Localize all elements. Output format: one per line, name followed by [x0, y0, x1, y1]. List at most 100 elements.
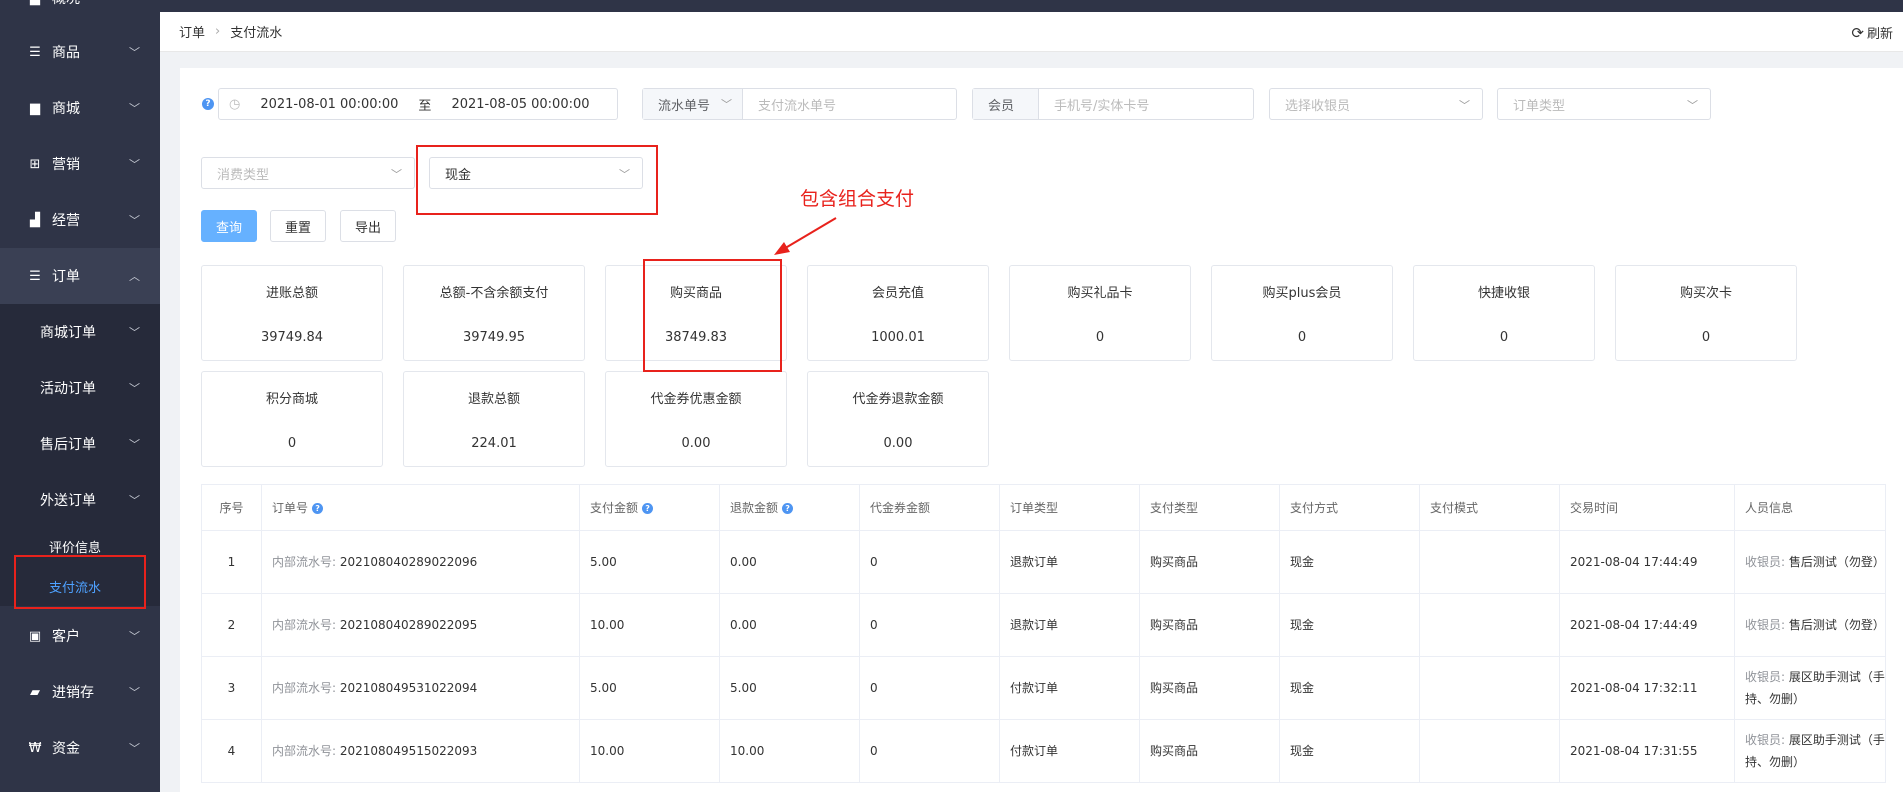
sidebar-item-customers[interactable]: ▣ 客户 ﹀ — [0, 608, 160, 664]
col-header-label: 退款金额 — [730, 501, 779, 515]
breadcrumb-orders[interactable]: 订单 — [179, 22, 205, 41]
cell-pay-type: 购买商品 — [1139, 656, 1280, 720]
sidebar-item-funds[interactable]: ₩ 资金 ﹀ — [0, 720, 160, 776]
cell-no: 4 — [201, 719, 262, 783]
stat-card-quick-cashier: 快捷收银 0 — [1413, 265, 1595, 361]
member-input[interactable]: 手机号/实体卡号 — [1054, 95, 1149, 114]
cell-staff: 收银员: 展区助手测试（手持、勿删） — [1734, 656, 1886, 720]
table-row: 2 内部流水号: 202108040289022095 10.00 0.00 0… — [201, 593, 1886, 657]
cell-pay-type: 购买商品 — [1139, 593, 1280, 657]
stat-value: 0 — [287, 436, 297, 451]
cell-order-type: 付款订单 — [999, 719, 1140, 783]
date-range-picker[interactable]: ◷ 2021-08-01 00:00:00 至 2021-08-05 00:00… — [218, 88, 618, 120]
refresh-button[interactable]: ⟳ 刷新 — [1851, 23, 1893, 43]
id-card-icon: ▣ — [28, 628, 42, 644]
cell-voucher: 0 — [859, 530, 1000, 594]
sidebar-item-label: 商品 — [52, 45, 80, 61]
table-row: 1 内部流水号: 202108040289022096 5.00 0.00 0 … — [201, 530, 1886, 594]
help-icon[interactable]: ? — [202, 98, 214, 110]
sidebar-item-label: 资金 — [52, 741, 80, 757]
chevron-down-icon: ﹀ — [129, 494, 140, 507]
reset-button[interactable]: 重置 — [270, 210, 326, 242]
chevron-down-icon: ﹀ — [129, 630, 140, 643]
sidebar-item-overview[interactable]: ▙ 概况 — [0, 0, 160, 26]
stat-value: 38749.83 — [664, 330, 728, 345]
sidebar-item-mall-orders[interactable]: 商城订单 ﹀ — [0, 304, 160, 360]
annotation-text: 包含组合支付 — [800, 188, 915, 210]
stat-label: 购买plus会员 — [1262, 286, 1342, 301]
staff-prefix: 收银员: — [1745, 555, 1786, 569]
order-no: 202108049515022093 — [339, 744, 478, 758]
sidebar-item-orders[interactable]: ☰ 订单 ︿ — [0, 248, 160, 304]
export-button[interactable]: 导出 — [340, 210, 396, 242]
cell-voucher: 0 — [859, 656, 1000, 720]
order-no: 202108040289022095 — [339, 618, 478, 632]
stat-label: 进账总额 — [265, 286, 318, 301]
help-icon[interactable]: ? — [782, 503, 794, 514]
col-header-pay-amount: 支付金额? — [579, 484, 720, 531]
cashier-select[interactable]: 选择收银员 ﹀ — [1269, 88, 1483, 120]
stat-label: 代金券退款金额 — [852, 392, 944, 407]
col-header: 支付方式 — [1279, 484, 1420, 531]
sidebar-item-mall[interactable]: ▆ 商城 ﹀ — [0, 80, 160, 136]
query-button[interactable]: 查询 — [201, 210, 257, 242]
order-type-select[interactable]: 订单类型 ﹀ — [1497, 88, 1711, 120]
sidebar-item-goods[interactable]: ☰ 商品 ﹀ — [0, 24, 160, 80]
help-icon[interactable]: ? — [312, 503, 324, 514]
cell-refund: 10.00 — [719, 719, 860, 783]
cell-order-no: 内部流水号: 202108049531022094 — [261, 656, 580, 720]
chevron-down-icon: ﹀ — [129, 102, 140, 115]
col-header: 人员信息 — [1734, 484, 1886, 531]
sidebar-item-reviews[interactable]: 评价信息 — [0, 528, 160, 564]
cell-refund: 0.00 — [719, 593, 860, 657]
cell-pay-type: 购买商品 — [1139, 530, 1280, 594]
cell-pay-method: 现金 — [1279, 530, 1420, 594]
date-start: 2021-08-01 00:00:00 — [260, 96, 399, 112]
breadcrumb-bar: 订单 › 支付流水 ⟳ 刷新 — [160, 12, 1903, 52]
chevron-down-icon: ﹀ — [1459, 99, 1470, 112]
date-separator: 至 — [418, 98, 432, 114]
payment-flow-table: 序号 订单号? 支付金额? 退款金额? 代金券金额 订单类型 支付类型 支付方式… — [201, 484, 1886, 783]
chevron-down-icon: ﹀ — [129, 214, 140, 227]
col-header: 订单类型 — [999, 484, 1140, 531]
sidebar-item-inventory[interactable]: ▰ 进销存 ﹀ — [0, 664, 160, 720]
cell-pay-mode — [1419, 530, 1560, 594]
chevron-down-icon: ﹀ — [129, 46, 140, 59]
cell-order-no: 内部流水号: 202108040289022095 — [261, 593, 580, 657]
consume-type-select[interactable]: 消费类型 ﹀ — [201, 157, 415, 189]
pay-method-select[interactable]: 现金 ﹀ — [429, 157, 643, 189]
sidebar-item-payment-flow[interactable]: 支付流水 — [0, 568, 160, 604]
sidebar-item-delivery-orders[interactable]: 外送订单 ﹀ — [0, 472, 160, 528]
stat-label: 购买礼品卡 — [1067, 286, 1133, 301]
sidebar-item-marketing[interactable]: ⊞ 营销 ﹀ — [0, 136, 160, 192]
cell-pay-method: 现金 — [1279, 656, 1420, 720]
help-icon[interactable]: ? — [642, 503, 654, 514]
cell-no: 2 — [201, 593, 262, 657]
table-header-row: 序号 订单号? 支付金额? 退款金额? 代金券金额 订单类型 支付类型 支付方式… — [201, 484, 1886, 531]
chevron-down-icon: ﹀ — [129, 326, 140, 339]
sidebar-item-label: 客户 — [52, 629, 80, 645]
sidebar-item-label: 售后订单 — [40, 437, 96, 453]
cell-time: 2021-08-04 17:44:49 — [1559, 593, 1735, 657]
stat-value: 0 — [1095, 330, 1105, 345]
serial-input[interactable]: 支付流水单号 — [758, 95, 836, 114]
cashier-placeholder: 选择收银员 — [1285, 98, 1351, 114]
cell-pay: 5.00 — [579, 656, 720, 720]
col-header-refund-amount: 退款金额? — [719, 484, 860, 531]
sidebar-item-aftersale-orders[interactable]: 售后订单 ﹀ — [0, 416, 160, 472]
member-addon: 会员 — [973, 89, 1039, 119]
stat-label: 代金券优惠金额 — [650, 392, 742, 407]
sidebar-item-operation[interactable]: ▟ 经营 ﹀ — [0, 192, 160, 248]
cell-staff: 收银员: 售后测试（勿登） — [1734, 530, 1886, 594]
table-row: 4 内部流水号: 202108049515022093 10.00 10.00 … — [201, 719, 1886, 783]
stat-card-total-excl-balance: 总额-不含余额支付 39749.95 — [403, 265, 585, 361]
truck-icon: ▰ — [30, 684, 40, 700]
cell-staff: 收银员: 展区助手测试（手持、勿删） — [1734, 719, 1886, 783]
serial-type-select[interactable]: 流水单号 ﹀ — [643, 89, 743, 119]
col-header: 支付类型 — [1139, 484, 1280, 531]
sidebar-item-label: 订单 — [52, 269, 80, 285]
sidebar-item-label: 进销存 — [52, 685, 94, 701]
sidebar-item-label: 商城订单 — [40, 325, 96, 341]
sidebar-item-activity-orders[interactable]: 活动订单 ﹀ — [0, 360, 160, 416]
stat-label: 退款总额 — [467, 392, 520, 407]
